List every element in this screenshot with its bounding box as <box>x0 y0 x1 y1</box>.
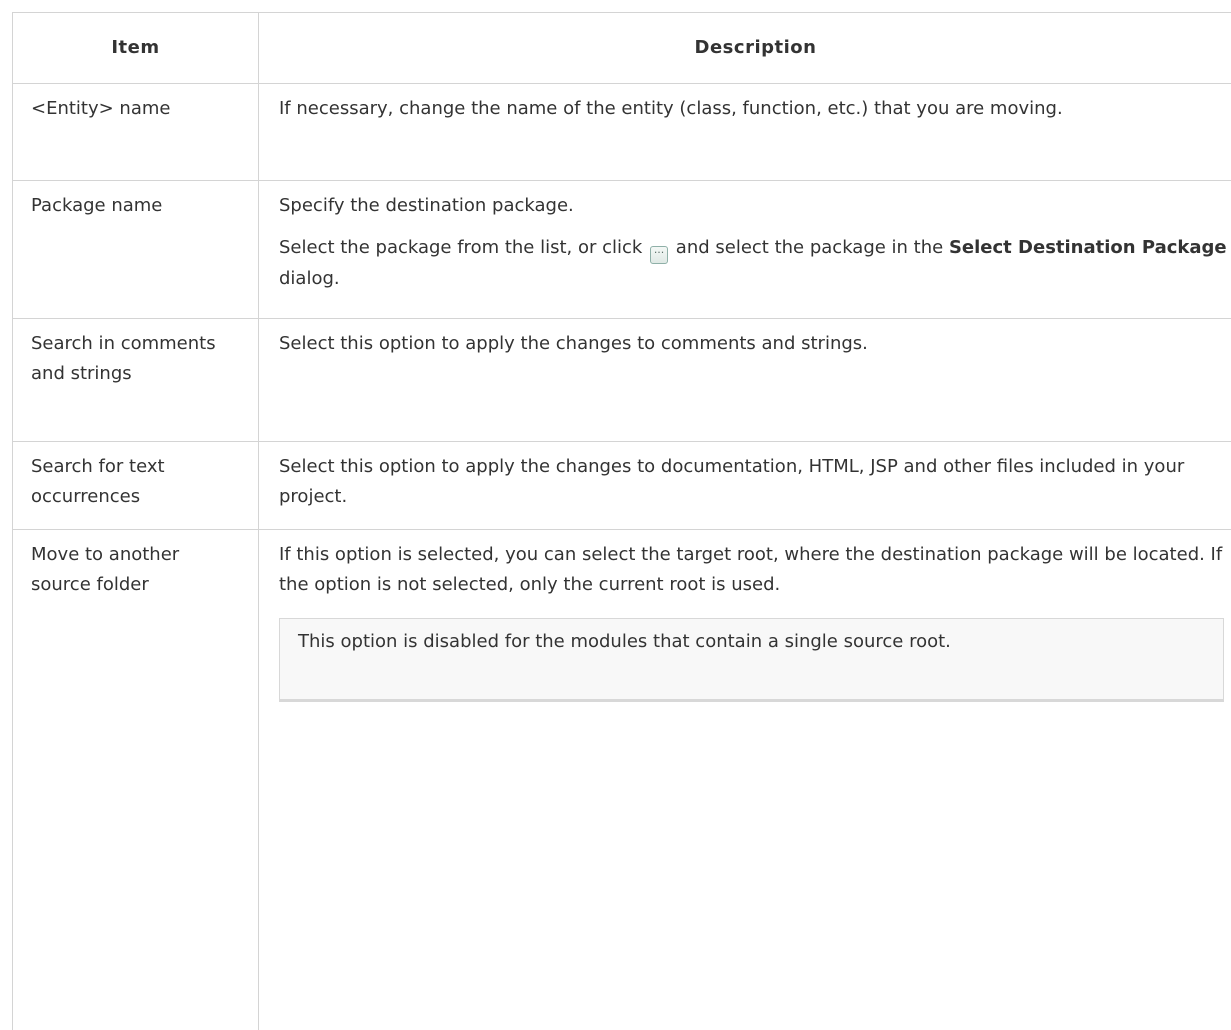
description-search-comments: Select this option to apply the changes … <box>259 319 1231 441</box>
description-entity-name: If necessary, change the name of the ent… <box>259 84 1231 180</box>
table-row: Move to another source folder If this op… <box>13 530 1231 1030</box>
description-text-part: dialog. <box>279 268 340 289</box>
description-text: Specify the destination package. <box>279 195 574 216</box>
table-row: Package name Specify the destination pac… <box>13 181 1231 319</box>
header-description: Description <box>694 37 817 58</box>
table-row: Search for text occurrences Select this … <box>13 442 1231 530</box>
description-text-part: Select the package from the list, or cli… <box>279 237 649 258</box>
header-item: Item <box>13 13 259 83</box>
description-package-name: Specify the destination package. Select … <box>259 181 1231 318</box>
table-row: Search in comments and strings Select th… <box>13 319 1231 442</box>
ellipsis-button-icon: ··· <box>650 246 669 264</box>
dialog-name: Select Destination Package <box>948 237 1227 258</box>
description-text: If necessary, change the name of the ent… <box>279 98 1063 119</box>
description-text: If this option is selected, you can sele… <box>279 544 1223 595</box>
item-package-name: Package name <box>13 181 259 318</box>
description-text-select-package: Select the package from the list, or cli… <box>279 233 1231 294</box>
description-text-part: and select the package in the <box>670 237 949 258</box>
table-row: <Entity> name If necessary, change the n… <box>13 84 1231 181</box>
item-search-comments: Search in comments and strings <box>13 319 259 441</box>
description-text: Select this option to apply the changes … <box>279 456 1185 507</box>
note-box: This option is disabled for the modules … <box>279 618 1224 702</box>
item-move-source-folder: Move to another source folder <box>13 530 259 1030</box>
description-text: Select this option to apply the changes … <box>279 333 868 354</box>
description-move-source-folder: If this option is selected, you can sele… <box>259 530 1231 1030</box>
table-header-row: Item Description <box>13 13 1231 84</box>
item-entity-name: <Entity> name <box>13 84 259 180</box>
options-table: Item Description <Entity> name If necess… <box>12 12 1231 1030</box>
item-search-text: Search for text occurrences <box>13 442 259 529</box>
note-text: This option is disabled for the modules … <box>298 631 951 652</box>
description-search-text: Select this option to apply the changes … <box>259 442 1231 529</box>
